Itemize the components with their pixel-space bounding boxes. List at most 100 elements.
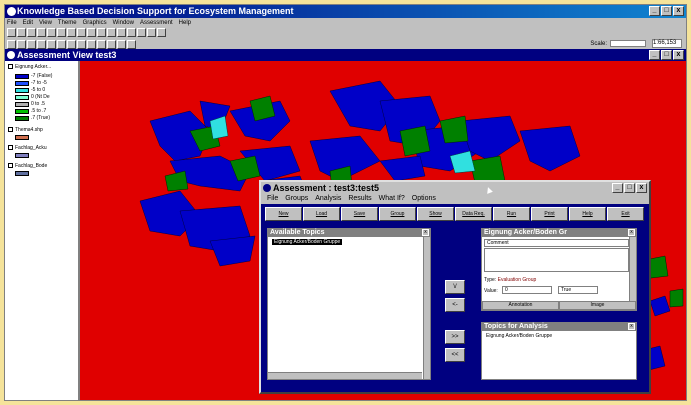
topics-hscrollbar[interactable] [268, 372, 422, 379]
measure-tool-icon[interactable] [67, 39, 76, 49]
legend-swatch [15, 101, 29, 107]
add-theme-tool-icon[interactable] [17, 28, 26, 37]
snap-tool-icon[interactable] [117, 39, 126, 49]
zoom-selected-tool-icon[interactable] [97, 28, 106, 37]
select-tool-icon[interactable] [127, 28, 136, 37]
dialog-titlebar: Assessment : test3:test5 _ □ x [261, 182, 649, 194]
scale-input[interactable] [610, 40, 646, 47]
help-button[interactable]: Help [569, 207, 606, 221]
dialog-menu-options[interactable]: Options [412, 194, 436, 204]
save-button[interactable]: Save [341, 207, 378, 221]
dialog-menubar: File Groups Analysis Results What If? Op… [261, 194, 649, 204]
app-titlebar: Knowledge Based Decision Support for Eco… [5, 5, 686, 18]
comment-field[interactable]: Comment [484, 239, 629, 247]
eignung-vscrollbar[interactable] [629, 237, 636, 301]
zoom-out-tool-icon[interactable] [117, 28, 126, 37]
zoomout-tool-icon[interactable] [47, 39, 56, 49]
menu-file[interactable]: File [7, 19, 17, 28]
menu-help[interactable]: Help [179, 19, 191, 28]
menu-graphics[interactable]: Graphics [83, 19, 107, 28]
zoom-in-tool-icon[interactable] [107, 28, 116, 37]
menu-window[interactable]: Window [113, 19, 134, 28]
app-globe-icon [7, 7, 16, 16]
label-tool-icon[interactable] [127, 39, 136, 49]
legend-theme-acker[interactable]: Fachlag_Acku [8, 145, 47, 151]
dialog-menu-file[interactable]: File [267, 194, 278, 204]
add-topic-button[interactable]: >> [445, 330, 465, 344]
move-down-button[interactable]: \/ [445, 280, 465, 294]
locate-tool-icon[interactable] [147, 28, 156, 37]
panel-close-icon[interactable]: x [628, 323, 635, 330]
cut-tool-icon[interactable] [47, 28, 56, 37]
save-tool-icon[interactable] [7, 28, 16, 37]
tools-toolbar [7, 39, 136, 49]
view-maximize-button[interactable]: □ [661, 50, 672, 60]
theme-checkbox[interactable] [8, 127, 13, 133]
dialog-menu-whatif[interactable]: What If? [379, 194, 405, 204]
info-tool-icon[interactable] [7, 39, 16, 49]
view-minimize-button[interactable]: _ [649, 50, 660, 60]
theme-checkbox[interactable] [8, 163, 13, 169]
dialog-maximize-button[interactable]: □ [624, 183, 635, 193]
value-select[interactable]: True [558, 286, 598, 294]
dialog-minimize-button[interactable]: _ [612, 183, 623, 193]
panel-close-icon[interactable]: x [628, 229, 635, 236]
legend-theme-thema4[interactable]: Thema4.shp [8, 127, 43, 133]
panel-close-icon[interactable]: x [422, 229, 429, 236]
load-button[interactable]: Load [303, 207, 340, 221]
show-button[interactable]: Show [417, 207, 454, 221]
value-input[interactable]: 0 [502, 286, 552, 294]
remove-topic-button[interactable]: << [445, 348, 465, 362]
layer-checkbox[interactable] [8, 64, 13, 70]
assessment-view-title: Assessment View test3 [17, 50, 117, 60]
pointer-tool-icon[interactable] [17, 39, 26, 49]
dialog-menu-results[interactable]: Results [348, 194, 371, 204]
legend-item [15, 153, 29, 158]
topics-vscrollbar[interactable] [423, 237, 430, 379]
table-tool-icon[interactable] [27, 28, 36, 37]
help-tool-icon[interactable] [157, 28, 166, 37]
view-close-button[interactable]: x [673, 50, 684, 60]
legend-swatch [15, 94, 29, 100]
new-button[interactable]: New [265, 207, 302, 221]
legend-theme-boden[interactable]: Fachlag_Bode [8, 163, 47, 169]
minimize-button[interactable]: _ [649, 6, 660, 16]
dialog-title: Assessment : test3:test5 [273, 183, 380, 193]
zoom-full-tool-icon[interactable] [77, 28, 86, 37]
data-req-button[interactable]: Data Req. [455, 207, 492, 221]
app-menubar: File Edit View Theme Graphics Window Ass… [7, 19, 191, 28]
print-button[interactable]: Print [531, 207, 568, 221]
draw-tool-icon[interactable] [107, 39, 116, 49]
close-button[interactable]: x [673, 6, 684, 16]
legend-tool-icon[interactable] [37, 28, 46, 37]
exit-button[interactable]: Exit [607, 207, 644, 221]
pan-tool-icon[interactable] [57, 39, 66, 49]
group-button[interactable]: Group [379, 207, 416, 221]
legend-layer-title[interactable]: Eignung Acker... [8, 64, 51, 70]
dialog-menu-analysis[interactable]: Analysis [315, 194, 341, 204]
copy-tool-icon[interactable] [57, 28, 66, 37]
menu-edit[interactable]: Edit [23, 19, 33, 28]
query-tool-icon[interactable] [137, 28, 146, 37]
menu-theme[interactable]: Theme [58, 19, 77, 28]
dialog-menu-groups[interactable]: Groups [285, 194, 308, 204]
vertex-tool-icon[interactable] [27, 39, 36, 49]
topic-list-item[interactable]: Eignung Acker/Boden Gruppe [272, 239, 343, 245]
area-tool-icon[interactable] [87, 39, 96, 49]
image-tab[interactable]: Image [559, 301, 636, 310]
zoom-active-tool-icon[interactable] [87, 28, 96, 37]
menu-view[interactable]: View [39, 19, 52, 28]
paste-tool-icon[interactable] [67, 28, 76, 37]
dialog-close-button[interactable]: x [636, 183, 647, 193]
analysis-list-item[interactable]: Eignung Acker/Boden Gruppe [486, 333, 552, 339]
menu-assessment[interactable]: Assessment [140, 19, 173, 28]
hotlink-tool-icon[interactable] [77, 39, 86, 49]
run-button[interactable]: Run [493, 207, 530, 221]
theme-checkbox[interactable] [8, 145, 13, 151]
maximize-button[interactable]: □ [661, 6, 672, 16]
move-left-button[interactable]: <- [445, 298, 465, 312]
zoom-tool-icon[interactable] [37, 39, 46, 49]
comment-textarea[interactable] [484, 248, 629, 272]
text-tool-icon[interactable] [97, 39, 106, 49]
annotation-tab[interactable]: Annotation [482, 301, 559, 310]
